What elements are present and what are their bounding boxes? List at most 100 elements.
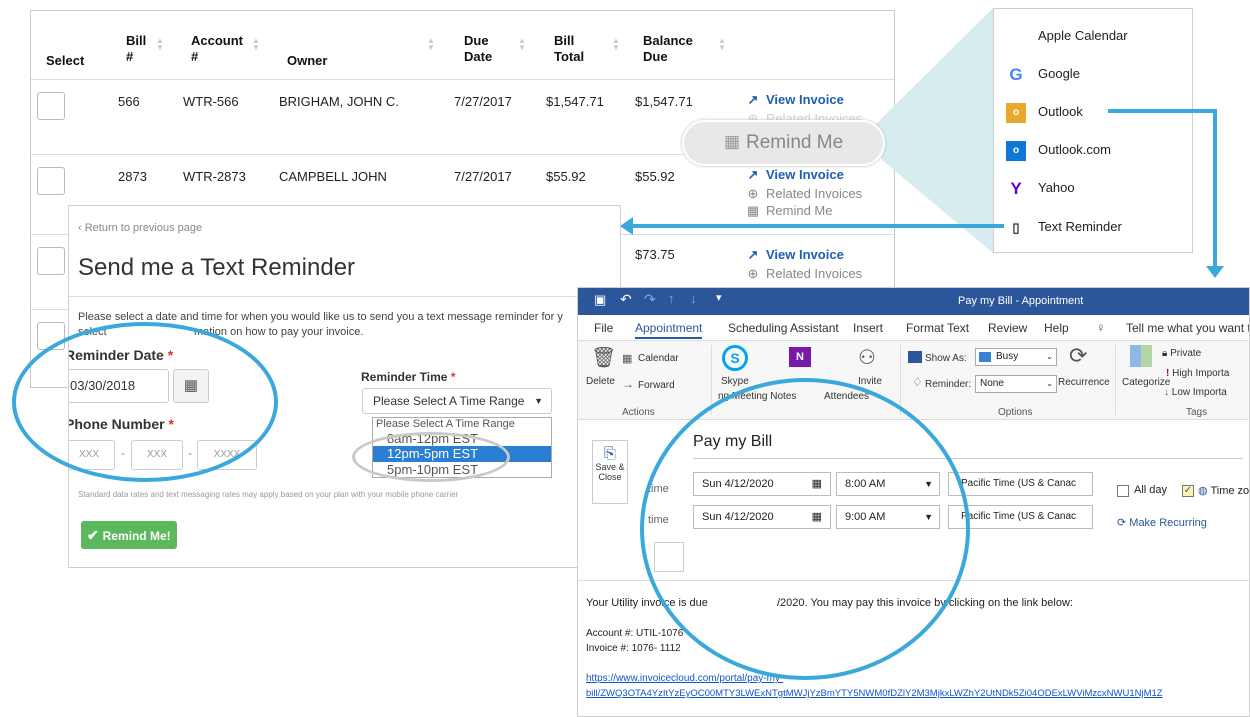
row-checkbox[interactable] xyxy=(37,247,65,275)
view-invoice-label: View Invoice xyxy=(766,247,844,262)
provider-google[interactable]: G Google xyxy=(1006,63,1080,85)
high-importance-button[interactable]: ! High Importa xyxy=(1166,368,1229,379)
col-bill-total[interactable]: Bill Total xyxy=(554,33,594,65)
sort-icon[interactable]: ▲ ▼ xyxy=(718,37,726,52)
calendar-icon: ▦ xyxy=(622,353,633,365)
sort-icon[interactable]: ▲ ▼ xyxy=(518,37,526,52)
arrow-up-icon[interactable]: ↑ xyxy=(668,291,675,306)
account-number: WTR-2873 xyxy=(183,169,246,184)
redo-icon[interactable]: ↷ xyxy=(644,291,656,308)
remind-me-button[interactable]: ✔ Remind Me! xyxy=(81,521,177,549)
provider-outlook[interactable]: o Outlook xyxy=(1006,101,1083,123)
outlook-icon: o xyxy=(1006,102,1026,123)
time-zones-checkbox[interactable]: ✓ xyxy=(1182,485,1194,497)
trash-icon[interactable]: 🗑 xyxy=(591,345,616,370)
reminder-time-label: Reminder Time * xyxy=(361,370,456,384)
col-balance-due[interactable]: Balance Due xyxy=(643,33,703,65)
tab-format-text[interactable]: Format Text xyxy=(906,321,969,335)
remind-me-button-label: Remind Me! xyxy=(102,529,171,543)
calendar-provider-list: Apple Calendar G Google o Outlook o Outlook… xyxy=(993,8,1193,253)
provider-text-reminder[interactable]: ▯ Text Reminder xyxy=(1006,216,1121,238)
required-mark: * xyxy=(450,370,456,384)
start-timezone-select[interactable]: Pacific Time (US & Canac xyxy=(948,472,1093,496)
recurrence-button[interactable]: Recurrence xyxy=(1058,377,1110,388)
tab-insert[interactable]: Insert xyxy=(853,321,883,335)
tab-help[interactable]: Help xyxy=(1044,321,1069,335)
account-line: Account #: UTIL-1076 xyxy=(586,628,684,639)
provider-outlook-com[interactable]: o Outlook.com xyxy=(1006,139,1111,161)
recurrence-icon[interactable]: ⟳ xyxy=(1069,343,1087,369)
divider xyxy=(1115,345,1116,415)
undo-icon[interactable]: ↶ xyxy=(620,291,632,308)
sort-icon[interactable]: ▲ ▼ xyxy=(612,37,620,52)
related-invoices-label: Related Invoices xyxy=(766,266,863,281)
low-importance-button[interactable]: ↓ Low Importa xyxy=(1164,387,1227,398)
forward-button[interactable]: Forward xyxy=(638,380,675,391)
all-day-checkbox[interactable] xyxy=(1117,485,1129,497)
timezone-value: Pacific Time (US & Canac xyxy=(961,511,1077,522)
calendar-button[interactable]: Calendar xyxy=(638,353,679,364)
time-option[interactable]: Please Select A Time Range xyxy=(373,418,551,431)
tab-file[interactable]: File xyxy=(594,321,613,335)
tab-appointment[interactable]: Appointment xyxy=(635,321,703,339)
sort-icon[interactable]: ▲ ▼ xyxy=(156,37,164,52)
tab-review[interactable]: Review xyxy=(988,321,1027,335)
caret-down-icon: ⌄ xyxy=(1046,352,1053,361)
related-invoices-link[interactable]: ⊕ Related Invoices xyxy=(746,266,863,282)
provider-apple-calendar[interactable]: Apple Calendar xyxy=(1006,25,1128,47)
apple-icon xyxy=(1006,27,1026,47)
row-checkbox[interactable] xyxy=(37,92,65,120)
view-invoice-link[interactable]: ↗ View Invoice xyxy=(746,92,844,108)
save-icon[interactable]: ▣ xyxy=(594,292,606,308)
invoice-line: Invoice #: 1076- 1112 xyxy=(586,643,681,654)
save-close-icon: ⎘ xyxy=(603,445,616,462)
add-person-icon[interactable]: ⚇ xyxy=(858,345,876,370)
categorize-icon[interactable] xyxy=(1130,345,1152,367)
customize-icon[interactable]: ▾ xyxy=(716,291,722,304)
payment-link-continued[interactable]: bill/ZWQ3OTA4YzItYzEyOC00MTY3LWExNTgtMWJ… xyxy=(586,688,1163,699)
forward-icon: → xyxy=(622,377,634,391)
row-checkbox[interactable] xyxy=(37,167,65,195)
col-bill[interactable]: Bill # xyxy=(126,33,156,65)
fine-print: Standard data rates and text messaging r… xyxy=(78,490,459,499)
outlook-com-icon: o xyxy=(1006,140,1026,161)
account-number: WTR-566 xyxy=(183,94,239,109)
remind-me-label: Remind Me xyxy=(766,203,833,218)
save-close-button[interactable]: ⎘ Save & Close xyxy=(592,440,628,504)
col-owner[interactable]: Owner xyxy=(287,53,327,69)
col-due-date[interactable]: Due Date xyxy=(464,33,504,65)
skype-button[interactable]: Skype xyxy=(721,376,749,387)
search-icon: ⊕ xyxy=(747,186,759,201)
private-button[interactable]: 🔒︎ Private xyxy=(1162,348,1201,359)
lock-icon: 🔒︎ xyxy=(1162,348,1171,359)
onenote-icon[interactable]: N xyxy=(789,347,811,367)
provider-yahoo[interactable]: Y Yahoo xyxy=(1006,177,1074,199)
view-invoice-link[interactable]: ↗ View Invoice xyxy=(746,167,844,183)
group-options: Options xyxy=(998,407,1033,418)
remind-me-highlight[interactable]: ▦ Remind Me xyxy=(682,120,885,166)
invite-button[interactable]: Invite xyxy=(858,376,882,387)
back-link[interactable]: ‹ Return to previous page xyxy=(78,222,202,234)
sort-icon[interactable]: ▲ ▼ xyxy=(252,37,260,52)
remind-me-link[interactable]: ▦ Remind Me xyxy=(746,203,833,219)
time-zones-label: ◍ Time zon xyxy=(1198,484,1249,497)
show-as-select[interactable]: Busy ⌄ xyxy=(975,348,1057,366)
col-account[interactable]: Account # xyxy=(191,33,251,65)
make-recurring-link[interactable]: ⟳ Make Recurring xyxy=(1117,516,1207,529)
balance-due: $1,547.71 xyxy=(635,94,693,109)
skype-icon[interactable]: S xyxy=(722,345,748,371)
balance-due: $55.92 xyxy=(635,169,675,184)
save-close-label-1: Save & xyxy=(595,462,625,472)
delete-button[interactable]: Delete xyxy=(586,376,615,387)
reminder-label: Reminder: xyxy=(925,379,972,390)
external-link-icon: ↗ xyxy=(747,92,759,107)
reminder-select[interactable]: None ⌄ xyxy=(975,375,1057,393)
reminder-time-select[interactable]: Please Select A Time Range ▼ xyxy=(362,388,552,414)
balance-due: $73.75 xyxy=(635,247,675,262)
sort-icon[interactable]: ▲ ▼ xyxy=(427,37,435,52)
tab-scheduling-assistant[interactable]: Scheduling Assistant xyxy=(728,321,839,335)
arrow-down-icon[interactable]: ↓ xyxy=(690,291,697,306)
tell-me-search[interactable]: Tell me what you want to xyxy=(1126,321,1249,335)
view-invoice-link[interactable]: ↗ View Invoice xyxy=(746,247,844,263)
payment-link[interactable]: https://www.invoicecloud.com/portal/pay-… xyxy=(586,673,783,684)
